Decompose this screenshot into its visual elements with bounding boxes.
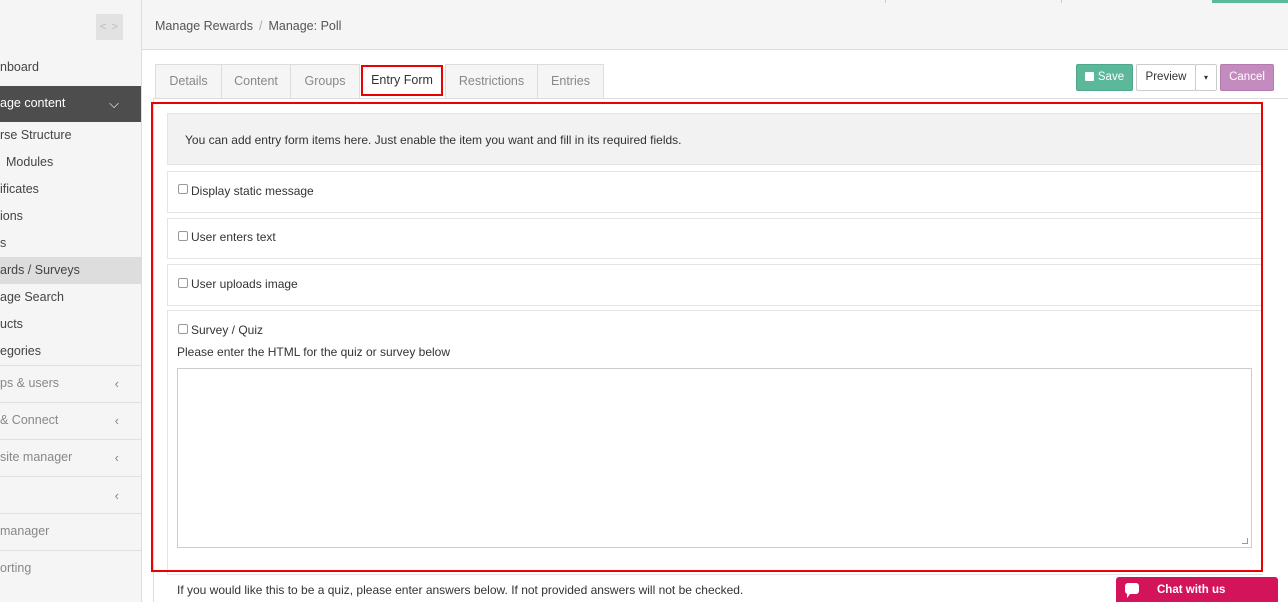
tab-groups[interactable]: Groups	[290, 64, 360, 98]
sidebar-toggle-button[interactable]: < >	[96, 14, 123, 40]
survey-html-textarea[interactable]	[177, 368, 1252, 548]
sidebar-item-label: & Connect	[0, 413, 59, 427]
chat-widget-button[interactable]: Chat with us	[1116, 577, 1278, 602]
sidebar-item-label: s	[0, 236, 7, 250]
tab-details[interactable]: Details	[155, 64, 222, 98]
chat-widget-label: Chat with us	[1157, 584, 1226, 596]
divider	[0, 402, 141, 403]
divider	[1061, 0, 1062, 3]
tab-content[interactable]: Content	[221, 64, 291, 98]
sidebar-item-dashboard[interactable]: nboard	[0, 60, 141, 76]
sidebar: < > nboard age content ⌵ rse Structure M…	[0, 0, 142, 602]
sidebar-item-label: orting	[0, 561, 32, 575]
user-text-checkbox[interactable]	[178, 231, 188, 241]
sidebar-item-label: Modules	[6, 155, 54, 169]
breadcrumb-link-manage-rewards[interactable]: Manage Rewards	[155, 19, 253, 33]
save-button-label: Save	[1097, 71, 1125, 83]
sidebar-item-label: site manager	[0, 450, 73, 464]
option-user-enters-text: User enters text	[167, 218, 1263, 259]
chevron-left-icon: ‹	[114, 413, 119, 428]
option-label[interactable]: User enters text	[191, 230, 276, 244]
divider	[0, 439, 141, 440]
chevron-left-icon: ‹	[114, 450, 119, 465]
chevron-left-icon: ‹	[114, 488, 119, 503]
sidebar-item-label: rse Structure	[0, 128, 72, 142]
divider	[0, 365, 141, 366]
sidebar-item-label: ificates	[0, 182, 39, 196]
quiz-note: If you would like this to be a quiz, ple…	[177, 583, 744, 597]
top-bar: Manage Rewards / Manage: Poll	[142, 0, 1288, 50]
sidebar-item-rewards-surveys[interactable]: ards / Surveys	[0, 257, 141, 284]
resize-handle-icon[interactable]	[1242, 538, 1248, 544]
option-label[interactable]: Display static message	[191, 184, 314, 198]
sidebar-item-label: ards / Surveys	[0, 263, 80, 277]
user-image-checkbox[interactable]	[178, 278, 188, 288]
divider	[885, 0, 886, 3]
option-label[interactable]: User uploads image	[191, 277, 298, 291]
option-user-uploads-image: User uploads image	[167, 264, 1263, 306]
tab-entries[interactable]: Entries	[537, 64, 604, 98]
sidebar-item-label: manager	[0, 524, 50, 538]
divider	[0, 513, 141, 514]
chevron-left-icon: ‹	[114, 376, 119, 391]
option-display-static-message: Display static message	[167, 171, 1263, 213]
option-survey-quiz: Survey / Quiz Please enter the HTML for …	[167, 310, 1263, 575]
sidebar-item-label: ps & users	[0, 376, 60, 390]
chevron-down-icon: ⌵	[109, 96, 119, 111]
option-label[interactable]: Survey / Quiz	[191, 323, 263, 337]
info-message-text: You can add entry form items here. Just …	[185, 133, 682, 147]
sidebar-item-label: age Search	[0, 290, 64, 304]
divider	[0, 476, 141, 477]
sidebar-item-manage-content[interactable]: age content ⌵	[0, 86, 141, 122]
sidebar-item-label: ions	[0, 209, 23, 223]
static-message-checkbox[interactable]	[178, 184, 188, 194]
tab-restrictions[interactable]: Restrictions	[445, 64, 538, 98]
survey-quiz-checkbox[interactable]	[178, 324, 188, 334]
preview-button[interactable]: Preview	[1136, 64, 1196, 91]
save-button[interactable]: Save	[1076, 64, 1133, 91]
breadcrumb-separator: /	[258, 19, 263, 33]
divider	[0, 550, 141, 551]
tab-entry-form[interactable]: Entry Form	[361, 65, 443, 96]
sidebar-item-label: nboard	[0, 60, 39, 74]
sidebar-item-label: age content	[0, 96, 66, 110]
cancel-button[interactable]: Cancel	[1220, 64, 1274, 91]
info-message: You can add entry form items here. Just …	[167, 113, 1263, 165]
floppy-disk-icon	[1084, 72, 1094, 81]
preview-dropdown-button[interactable]: ▾	[1195, 64, 1217, 91]
breadcrumb: Manage Rewards / Manage: Poll	[155, 19, 341, 33]
accent-bar	[1212, 0, 1288, 3]
sidebar-item-label: ucts	[0, 317, 23, 331]
sidebar-item-label: egories	[0, 344, 41, 358]
breadcrumb-current: Manage: Poll	[268, 19, 342, 33]
survey-html-label: Please enter the HTML for the quiz or su…	[177, 345, 451, 359]
chat-bubble-icon	[1125, 583, 1139, 598]
